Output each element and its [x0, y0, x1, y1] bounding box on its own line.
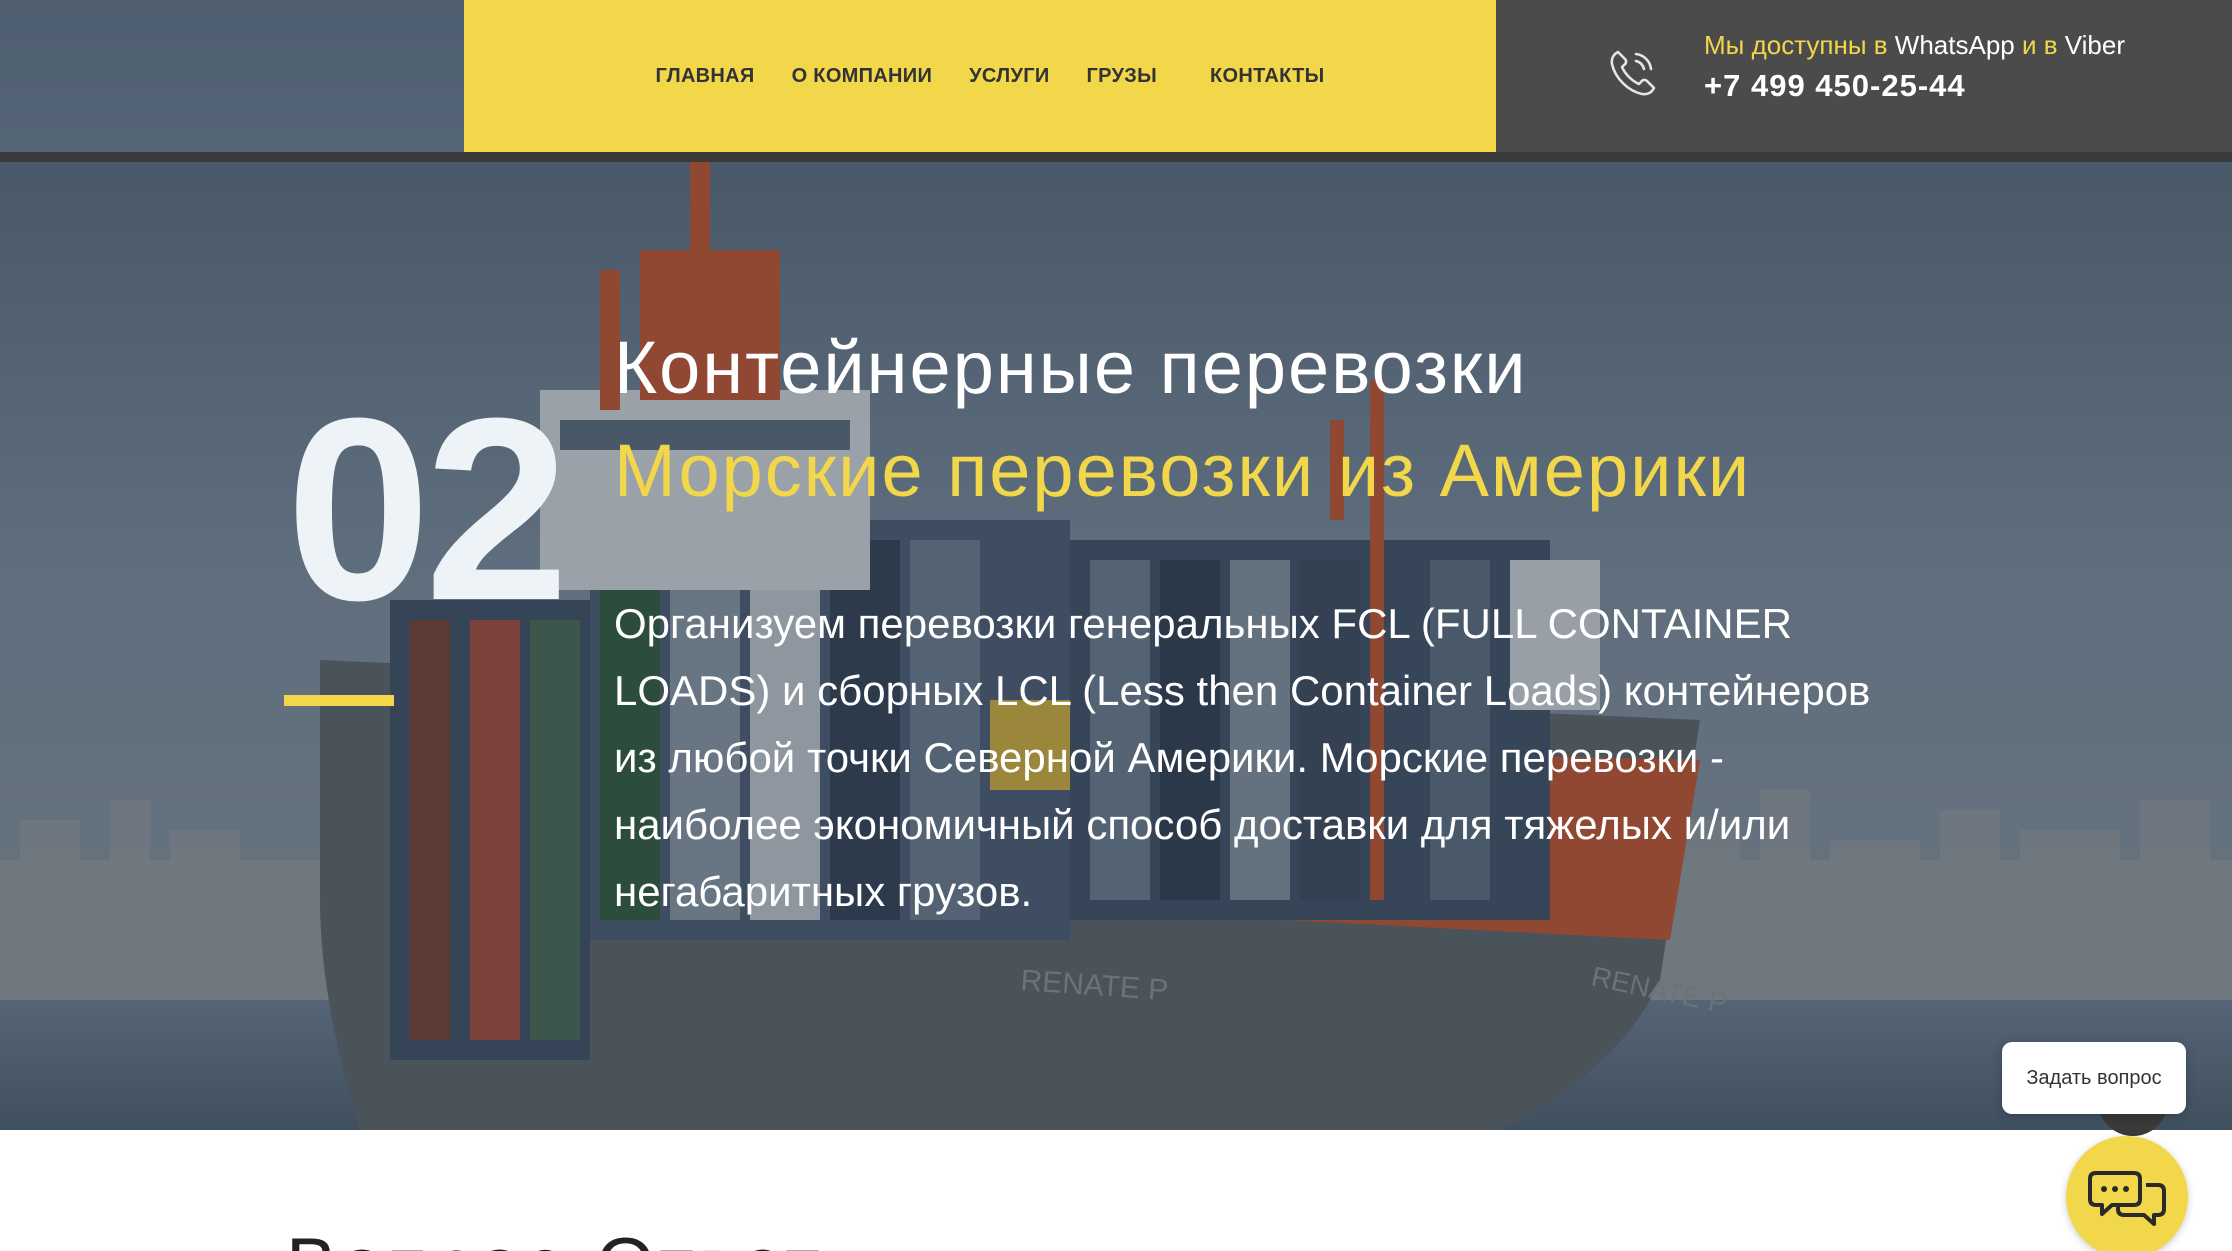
whatsapp-label: WhatsApp — [1894, 30, 2015, 60]
nav-list: ГЛАВНАЯ О КОМПАНИИ УСЛУГИ ГРУЗЫ КОНТАКТЫ — [635, 65, 1324, 88]
header-left-area — [0, 0, 464, 152]
phone-number-link[interactable]: +7 499 450-25-44 — [1704, 68, 1966, 104]
chat-icon — [2088, 1171, 2166, 1226]
hero-subtitle: Морские перевозки из Америки — [614, 429, 1752, 512]
nav-item-about[interactable]: О КОМПАНИИ — [792, 65, 933, 88]
hero-description: Организуем перевозки генеральных FCL (FU… — [614, 600, 1871, 915]
header-divider — [0, 152, 2232, 162]
chat-tooltip[interactable]: Задать вопрос — [2002, 1042, 2186, 1114]
section-heading: Вопрос-Ответ — [286, 1222, 824, 1251]
page: RENATE P RENATE P ГЛАВНАЯ О КОМПАНИИ УСЛ… — [0, 0, 2232, 1251]
nav-item-contacts[interactable]: КОНТАКТЫ — [1210, 65, 1325, 88]
chat-open-button[interactable] — [2066, 1136, 2188, 1251]
nav-item-services[interactable]: УСЛУГИ — [969, 65, 1049, 88]
availability-prefix: Мы доступны в — [1704, 30, 1888, 60]
slide-divider — [284, 695, 394, 706]
availability-conjunction: и в — [2021, 30, 2058, 60]
hero-title: Контейнерные перевозки — [614, 326, 1528, 409]
header-contact-block: Мы доступны в WhatsApp и в Viber +7 499 … — [1496, 0, 2232, 152]
main-navigation: ГЛАВНАЯ О КОМПАНИИ УСЛУГИ ГРУЗЫ КОНТАКТЫ — [464, 0, 1496, 152]
viber-label: Viber — [2064, 30, 2126, 60]
nav-item-cargo[interactable]: ГРУЗЫ — [1087, 65, 1157, 88]
nav-item-home[interactable]: ГЛАВНАЯ — [655, 65, 754, 88]
availability-text: Мы доступны в WhatsApp и в Viber — [1704, 30, 2125, 61]
slide-number: 02 — [286, 365, 569, 655]
phone-icon[interactable] — [1604, 44, 1662, 102]
